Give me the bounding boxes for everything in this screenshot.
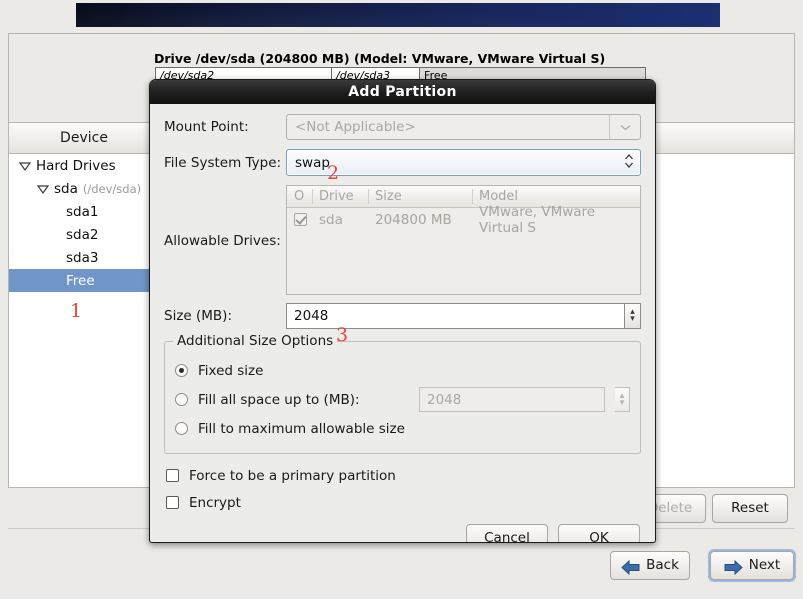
allowable-drives-table[interactable]: O Drive Size Model sda 204800 MB VMware,… — [286, 185, 641, 295]
option-fill-to-maximum-label: Fill to maximum allowable size — [198, 420, 405, 437]
annotation-2: 2 — [327, 162, 340, 184]
additional-size-options-group: Additional Size Options Fixed size Fill … — [164, 333, 641, 454]
drive-name-cell: sda — [319, 211, 343, 228]
tree-item-label: sda2 — [66, 226, 99, 243]
reset-button[interactable]: Reset — [712, 494, 788, 523]
expander-triangle-icon[interactable] — [19, 160, 31, 172]
file-system-type-label: File System Type: — [164, 154, 282, 171]
allowable-drives-row: Allowable Drives: O Drive Size Model sda… — [164, 185, 641, 295]
tree-item-label: Free — [66, 272, 95, 289]
back-button-label: Back — [646, 557, 679, 573]
column-header-size[interactable]: Size — [369, 189, 473, 204]
chevron-down-icon[interactable] — [609, 115, 640, 139]
drives-table-row[interactable]: sda 204800 MB VMware, VMware Virtual S — [287, 204, 640, 236]
arrow-left-icon — [621, 558, 640, 576]
allowable-drives-label: Allowable Drives: — [164, 233, 281, 249]
encrypt-label: Encrypt — [189, 494, 241, 511]
tree-item-label: Hard Drives — [36, 157, 116, 174]
option-fill-all-space-label: Fill all space up to (MB): — [198, 391, 360, 408]
drive-label: Drive /dev/sda (204800 MB) (Model: VMwar… — [154, 51, 606, 66]
column-header-drive[interactable]: Drive — [313, 189, 369, 204]
tree-item-label: sda3 — [66, 249, 99, 266]
dialog-button-bar: Cancel OK — [164, 524, 641, 542]
annotation-3: 3 — [336, 324, 349, 346]
drive-model-cell: VMware, VMware Virtual S — [479, 203, 596, 236]
radio-fill-all-space[interactable] — [175, 393, 188, 406]
column-header-select[interactable]: O — [287, 189, 313, 204]
back-button[interactable]: Back — [610, 551, 690, 580]
ok-button[interactable]: OK — [558, 524, 640, 542]
tree-item-free[interactable]: Free — [9, 269, 159, 292]
chevron-updown-icon[interactable] — [624, 153, 634, 173]
option-fill-all-space[interactable]: Fill all space up to (MB): 2048 ▴ ▾ — [175, 385, 630, 414]
file-system-type-combo[interactable]: swap — [286, 149, 641, 176]
size-label: Size (MB): — [164, 308, 232, 324]
drive-size-cell: 204800 MB — [375, 211, 452, 228]
radio-fill-to-maximum[interactable] — [175, 422, 188, 435]
dialog-body: Mount Point: <Not Applicable> File Syste… — [150, 104, 655, 542]
force-primary-label: Force to be a primary partition — [189, 467, 396, 484]
add-partition-dialog: Add Partition Mount Point: <Not Applicab… — [149, 79, 656, 543]
installer-banner — [76, 3, 720, 27]
radio-fixed-size[interactable] — [175, 364, 188, 377]
tree-item-label: sda — [54, 180, 78, 197]
encrypt-row[interactable]: Encrypt — [166, 489, 641, 516]
mount-point-combo[interactable]: <Not Applicable> — [286, 114, 641, 140]
device-column-header: Device — [9, 130, 160, 146]
fill-all-space-stepper[interactable]: ▴ ▾ — [615, 387, 630, 412]
mount-point-row: Mount Point: <Not Applicable> — [164, 114, 641, 140]
annotation-1: 1 — [70, 300, 83, 322]
size-row: Size (MB): 2048 ▴ ▾ — [164, 303, 641, 329]
option-fixed-size[interactable]: Fixed size — [175, 356, 630, 385]
column-header-model[interactable]: Model — [473, 189, 640, 204]
mount-point-label: Mount Point: — [164, 119, 249, 135]
size-stepper[interactable]: ▴ ▾ — [625, 303, 641, 329]
fill-all-space-input[interactable]: 2048 — [419, 387, 605, 412]
tree-item-sublabel: (/dev/sda) — [82, 181, 142, 196]
stepper-down-icon[interactable]: ▾ — [630, 315, 635, 324]
dialog-title: Add Partition — [150, 80, 655, 104]
installer-window: Drive /dev/sda (204800 MB) (Model: VMwar… — [0, 0, 803, 599]
file-system-type-value: swap — [295, 154, 330, 171]
option-fill-to-maximum[interactable]: Fill to maximum allowable size — [175, 414, 630, 443]
option-fixed-size-label: Fixed size — [198, 362, 264, 379]
additional-size-options-title: Additional Size Options — [173, 333, 338, 349]
tree-item-label: sda1 — [66, 203, 99, 220]
force-primary-checkbox[interactable] — [166, 469, 179, 482]
stepper-down-icon[interactable]: ▾ — [620, 398, 625, 407]
arrow-right-icon — [724, 558, 743, 576]
cancel-button[interactable]: Cancel — [466, 524, 548, 542]
encrypt-checkbox[interactable] — [166, 496, 179, 509]
next-button-label: Next — [748, 557, 781, 573]
expander-triangle-icon[interactable] — [37, 183, 49, 195]
next-button[interactable]: Next — [710, 551, 794, 580]
force-primary-row[interactable]: Force to be a primary partition — [166, 462, 641, 489]
drive-checkbox-cell[interactable] — [287, 213, 313, 226]
file-system-type-row: File System Type: swap — [164, 149, 641, 176]
drive-checkbox[interactable] — [294, 213, 307, 226]
mount-point-value: <Not Applicable> — [295, 119, 416, 135]
